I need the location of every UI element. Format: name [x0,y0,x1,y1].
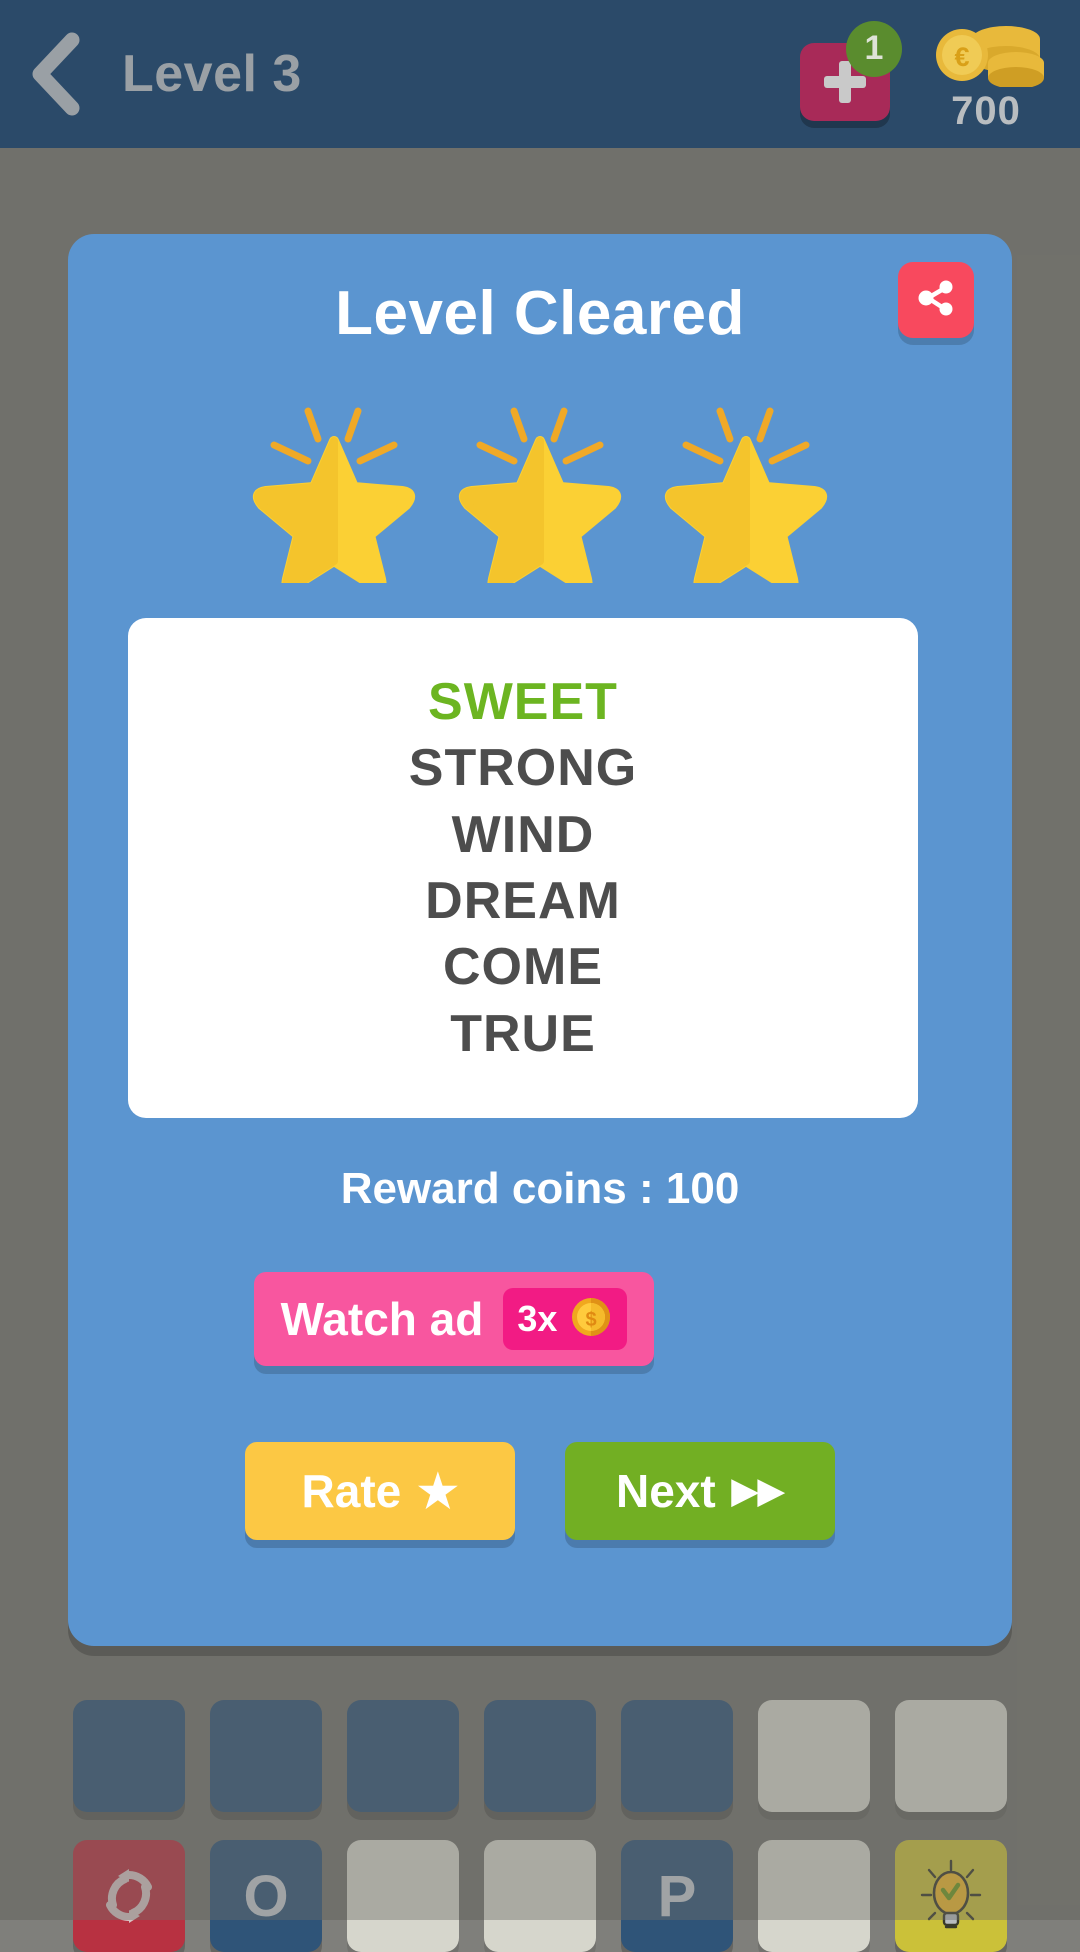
ad-multiplier-label: 3x [517,1298,558,1339]
tile-row-top [0,1700,1080,1812]
star-icon [646,383,846,583]
word-line: COME [443,938,603,997]
letter-tile[interactable]: P [621,1840,733,1952]
level-cleared-dialog: Level Cleared SWEET STRONG WIND DREAM CO… [68,234,1012,1646]
shuffle-icon[interactable] [73,1840,185,1952]
rate-label: Rate [301,1465,402,1517]
empty-tile[interactable] [347,1840,459,1952]
coin-stack-icon: € [928,21,1044,89]
coin-amount-label: 700 [951,88,1021,133]
star-glyph-icon: ★ [417,1465,459,1517]
star-rating [68,373,1012,583]
letter-tile[interactable]: O [210,1840,322,1952]
svg-text:$: $ [586,1309,597,1331]
empty-tile[interactable] [758,1840,870,1952]
svg-text:€: € [954,42,969,72]
chevron-left-icon [26,32,84,116]
dialog-action-buttons: Rate ★ Next ▶▶ [68,1442,1012,1540]
share-button[interactable] [898,262,974,338]
watch-ad-label: Watch ad [280,1293,484,1345]
app-header: Level 3 1 € 700 [0,0,1080,148]
star-icon [440,383,640,583]
rate-button[interactable]: Rate ★ [245,1442,515,1540]
dialog-title: Level Cleared [335,279,745,348]
star-icon [234,383,434,583]
solved-words-card: SWEET STRONG WIND DREAM COME TRUE [128,618,918,1118]
next-button[interactable]: Next ▶▶ [565,1442,835,1540]
letter-tile[interactable] [621,1700,733,1812]
word-line: SWEET [428,673,618,732]
lightbulb-icon[interactable] [895,1840,1007,1952]
back-button[interactable] [0,0,110,148]
watch-ad-button[interactable]: Watch ad 3x $ [254,1272,654,1366]
letter-tile[interactable] [484,1700,596,1812]
empty-tile[interactable] [484,1840,596,1952]
add-hint-wrapper: 1 [800,20,902,121]
letter-tile[interactable] [347,1700,459,1812]
word-line: TRUE [450,1004,596,1063]
letter-tile-board: OP [0,1700,1080,1952]
share-icon [914,276,958,325]
header-actions: 1 € 700 [800,20,1080,134]
ad-multiplier-pill: 3x $ [503,1288,628,1350]
dollar-coin-icon: $ [569,1295,613,1344]
empty-tile[interactable] [758,1700,870,1812]
letter-tile[interactable] [73,1700,185,1812]
next-label: Next [615,1465,716,1517]
fast-forward-glyph-icon: ▶▶ [731,1472,784,1510]
word-line: STRONG [408,739,638,798]
coin-balance[interactable]: € 700 [928,21,1044,134]
tile-row-bottom: OP [0,1840,1080,1952]
word-line: WIND [451,805,595,864]
add-badge-count: 1 [846,20,902,77]
reward-coins-label: Reward coins : 100 [340,1164,740,1213]
page-title: Level 3 [122,45,302,103]
letter-tile[interactable] [210,1700,322,1812]
word-line: DREAM [425,872,621,930]
empty-tile[interactable] [895,1700,1007,1812]
